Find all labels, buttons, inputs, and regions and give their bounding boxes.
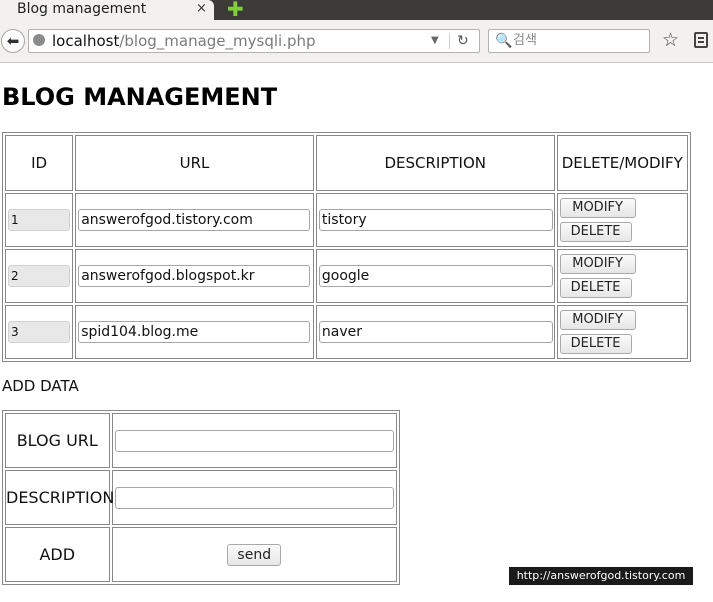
id-field[interactable]: [8, 265, 70, 287]
address-separator: [449, 33, 450, 49]
new-tab-icon[interactable]: ✚: [227, 0, 244, 19]
modify-button[interactable]: MODIFY: [559, 310, 636, 330]
back-arrow-icon[interactable]: ⬅: [1, 29, 25, 53]
header-url: URL: [75, 135, 314, 191]
delete-button[interactable]: DELETE: [559, 334, 632, 354]
tab-bar: Blog management × ✚: [0, 0, 713, 20]
actions-cell: MODIFY DELETE: [556, 249, 688, 303]
search-input[interactable]: 🔍 검색: [488, 29, 650, 53]
header-description: DESCRIPTION: [315, 135, 555, 191]
add-data-heading: ADD DATA: [2, 377, 79, 395]
globe-icon: [33, 34, 45, 46]
url-cell: [75, 193, 314, 247]
id-cell: [5, 249, 74, 303]
id-cell: [5, 305, 74, 359]
page-title: BLOG MANAGEMENT: [2, 83, 278, 111]
tab-title: Blog management: [17, 1, 147, 17]
description-cell: [315, 193, 555, 247]
url-path: /blog_manage_mysqli.php: [119, 32, 316, 50]
blog-url-cell: [111, 413, 397, 468]
table-row: MODIFY DELETE: [5, 249, 688, 303]
bookmark-star-icon[interactable]: ☆: [662, 30, 679, 50]
url-field[interactable]: [78, 209, 311, 231]
description-field[interactable]: [318, 265, 553, 287]
header-id: ID: [5, 135, 74, 191]
header-delete-modify: DELETE/MODIFY: [556, 135, 688, 191]
delete-button[interactable]: DELETE: [559, 278, 632, 298]
search-placeholder: 검색: [513, 33, 537, 48]
blog-url-label: BLOG URL: [5, 413, 110, 468]
bookmarks-menu-icon[interactable]: [694, 32, 708, 48]
add-row: ADD send: [5, 527, 397, 582]
reload-icon[interactable]: ↻: [457, 31, 469, 51]
actions-cell: MODIFY DELETE: [556, 305, 688, 359]
delete-button[interactable]: DELETE: [559, 222, 632, 242]
description-input[interactable]: [114, 486, 394, 509]
history-dropdown-icon[interactable]: ▼: [431, 34, 439, 48]
url-cell: [75, 249, 314, 303]
close-tab-icon[interactable]: ×: [196, 1, 207, 17]
add-label: ADD: [5, 527, 110, 582]
description-cell: [315, 305, 555, 359]
tab-blog-management[interactable]: Blog management ×: [0, 0, 214, 20]
modify-button[interactable]: MODIFY: [559, 198, 636, 218]
id-field[interactable]: [8, 209, 70, 231]
address-bar[interactable]: localhost/blog_manage_mysqli.php ▼ ↻: [28, 29, 480, 53]
modify-button[interactable]: MODIFY: [559, 254, 636, 274]
blog-url-row: BLOG URL: [5, 413, 397, 468]
blog-table: ID URL DESCRIPTION DELETE/MODIFY MODIFY …: [2, 132, 691, 362]
blog-url-input[interactable]: [114, 429, 394, 452]
description-label: DESCRIPTION: [5, 470, 114, 525]
url-field[interactable]: [78, 265, 311, 287]
description-field[interactable]: [318, 209, 553, 231]
description-field[interactable]: [318, 321, 553, 343]
description-cell: [315, 249, 555, 303]
url-cell: [75, 305, 314, 359]
address-bar-url: localhost/blog_manage_mysqli.php: [52, 32, 316, 50]
description-input-cell: [111, 470, 397, 525]
send-cell: send: [111, 527, 397, 582]
description-row: DESCRIPTION: [5, 470, 397, 525]
table-row: MODIFY DELETE: [5, 305, 688, 359]
table-row: MODIFY DELETE: [5, 193, 688, 247]
id-field[interactable]: [8, 321, 70, 343]
send-button[interactable]: send: [227, 543, 282, 566]
url-host: localhost: [52, 32, 120, 50]
table-header-row: ID URL DESCRIPTION DELETE/MODIFY: [5, 135, 688, 191]
watermark: http://answerofgod.tistory.com: [509, 567, 693, 585]
search-icon: 🔍: [495, 33, 513, 49]
url-field[interactable]: [78, 321, 311, 343]
id-cell: [5, 193, 74, 247]
add-data-table: BLOG URL DESCRIPTION ADD send: [2, 410, 400, 585]
navigation-bar: ⬅ localhost/blog_manage_mysqli.php ▼ ↻ 🔍…: [0, 20, 713, 63]
actions-cell: MODIFY DELETE: [556, 193, 688, 247]
